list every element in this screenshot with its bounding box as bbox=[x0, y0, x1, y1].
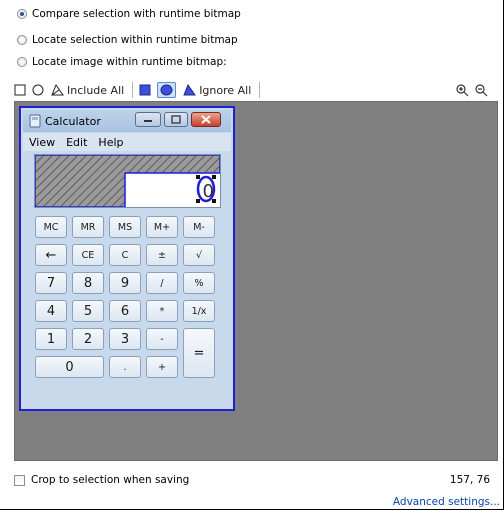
key-3[interactable]: 3 bbox=[109, 328, 141, 350]
key-mplus[interactable]: M+ bbox=[146, 216, 178, 238]
key-1[interactable]: 1 bbox=[35, 328, 67, 350]
key-mr[interactable]: MR bbox=[72, 216, 104, 238]
key-ce[interactable]: CE bbox=[72, 244, 104, 266]
maximize-icon bbox=[171, 115, 181, 124]
include-all-label: Include All bbox=[67, 83, 125, 97]
radio-compare-label: Compare selection with runtime bitmap bbox=[32, 8, 241, 20]
ellipse-select-button[interactable] bbox=[32, 84, 44, 96]
minimize-button[interactable] bbox=[135, 112, 161, 127]
include-all-button[interactable]: Include All bbox=[50, 84, 124, 97]
polygon-icon bbox=[51, 84, 64, 96]
key-percent[interactable]: % bbox=[183, 272, 215, 294]
key-plusminus[interactable]: ± bbox=[146, 244, 178, 266]
minimize-icon bbox=[144, 120, 152, 122]
key-ms[interactable]: MS bbox=[109, 216, 141, 238]
key-backspace[interactable]: ← bbox=[35, 244, 67, 266]
crop-option[interactable]: Crop to selection when saving bbox=[14, 474, 189, 486]
key-c[interactable]: C bbox=[109, 244, 141, 266]
calculator-display: 0 bbox=[34, 154, 221, 208]
rectangle-exclude-button[interactable] bbox=[139, 84, 151, 96]
key-4[interactable]: 4 bbox=[35, 300, 67, 322]
radio-locate-image-label: Locate image within runtime bitmap: bbox=[32, 56, 227, 68]
toolbar-divider bbox=[259, 82, 261, 98]
maximize-button[interactable] bbox=[164, 112, 188, 127]
menu-view[interactable]: View bbox=[29, 136, 55, 149]
key-mc[interactable]: MC bbox=[35, 216, 67, 238]
cursor-coordinates: 157, 76 bbox=[449, 474, 490, 486]
zoom-in-icon bbox=[456, 83, 469, 96]
key-5[interactable]: 5 bbox=[72, 300, 104, 322]
key-sqrt[interactable]: √ bbox=[183, 244, 215, 266]
key-mminus[interactable]: M- bbox=[183, 216, 215, 238]
filled-ellipse-icon bbox=[160, 84, 173, 96]
key-7[interactable]: 7 bbox=[35, 272, 67, 294]
radio-button-selected[interactable] bbox=[17, 9, 27, 19]
rectangle-icon bbox=[14, 84, 26, 96]
key-divide[interactable]: / bbox=[146, 272, 178, 294]
advanced-settings-link[interactable]: Advanced settings... bbox=[393, 496, 500, 508]
crop-label: Crop to selection when saving bbox=[31, 474, 190, 486]
key-multiply[interactable]: * bbox=[146, 300, 178, 322]
key-6[interactable]: 6 bbox=[109, 300, 141, 322]
key-9[interactable]: 9 bbox=[109, 272, 141, 294]
key-0[interactable]: 0 bbox=[35, 356, 104, 378]
filled-polygon-icon bbox=[183, 84, 197, 96]
key-equals[interactable]: = bbox=[183, 328, 215, 378]
radio-locate-image[interactable]: Locate image within runtime bitmap: bbox=[17, 56, 227, 68]
rectangle-select-button[interactable] bbox=[14, 84, 26, 96]
calculator-app-icon bbox=[29, 114, 41, 128]
filled-rectangle-icon bbox=[139, 84, 151, 96]
key-minus[interactable]: - bbox=[146, 328, 178, 350]
ignore-all-label: Ignore All bbox=[199, 83, 252, 97]
radio-compare[interactable]: Compare selection with runtime bitmap bbox=[17, 8, 241, 20]
ignore-all-button[interactable]: Ignore All bbox=[182, 84, 251, 97]
key-8[interactable]: 8 bbox=[72, 272, 104, 294]
zoom-out-icon bbox=[475, 83, 488, 96]
radio-button[interactable] bbox=[17, 35, 27, 45]
zoom-out-button[interactable] bbox=[475, 83, 488, 97]
radio-locate-selection[interactable]: Locate selection within runtime bitmap bbox=[17, 34, 238, 46]
key-plus[interactable]: + bbox=[146, 356, 178, 378]
key-decimal[interactable]: . bbox=[109, 356, 141, 378]
calculator-bitmap[interactable]: Calculator View Edit Help 0 MC MR MS M+ … bbox=[19, 106, 235, 411]
ellipse-icon bbox=[32, 84, 44, 96]
zoom-in-button[interactable] bbox=[456, 83, 469, 97]
key-2[interactable]: 2 bbox=[72, 328, 104, 350]
ellipse-exclude-button[interactable] bbox=[157, 82, 177, 98]
close-icon bbox=[201, 115, 211, 124]
close-button[interactable] bbox=[191, 112, 221, 127]
calculator-menu-bar: View Edit Help bbox=[23, 133, 231, 151]
selection-toolbar: Include All Ignore All bbox=[14, 80, 494, 100]
calculator-title: Calculator bbox=[45, 114, 101, 128]
radio-button[interactable] bbox=[17, 57, 27, 67]
menu-help[interactable]: Help bbox=[98, 136, 123, 149]
ellipse-selection-handle[interactable] bbox=[193, 171, 223, 207]
radio-locate-selection-label: Locate selection within runtime bitmap bbox=[32, 34, 238, 46]
toolbar-divider bbox=[132, 82, 134, 98]
key-reciprocal[interactable]: 1/x bbox=[183, 300, 215, 322]
menu-edit[interactable]: Edit bbox=[66, 136, 87, 149]
crop-checkbox[interactable] bbox=[14, 474, 25, 486]
